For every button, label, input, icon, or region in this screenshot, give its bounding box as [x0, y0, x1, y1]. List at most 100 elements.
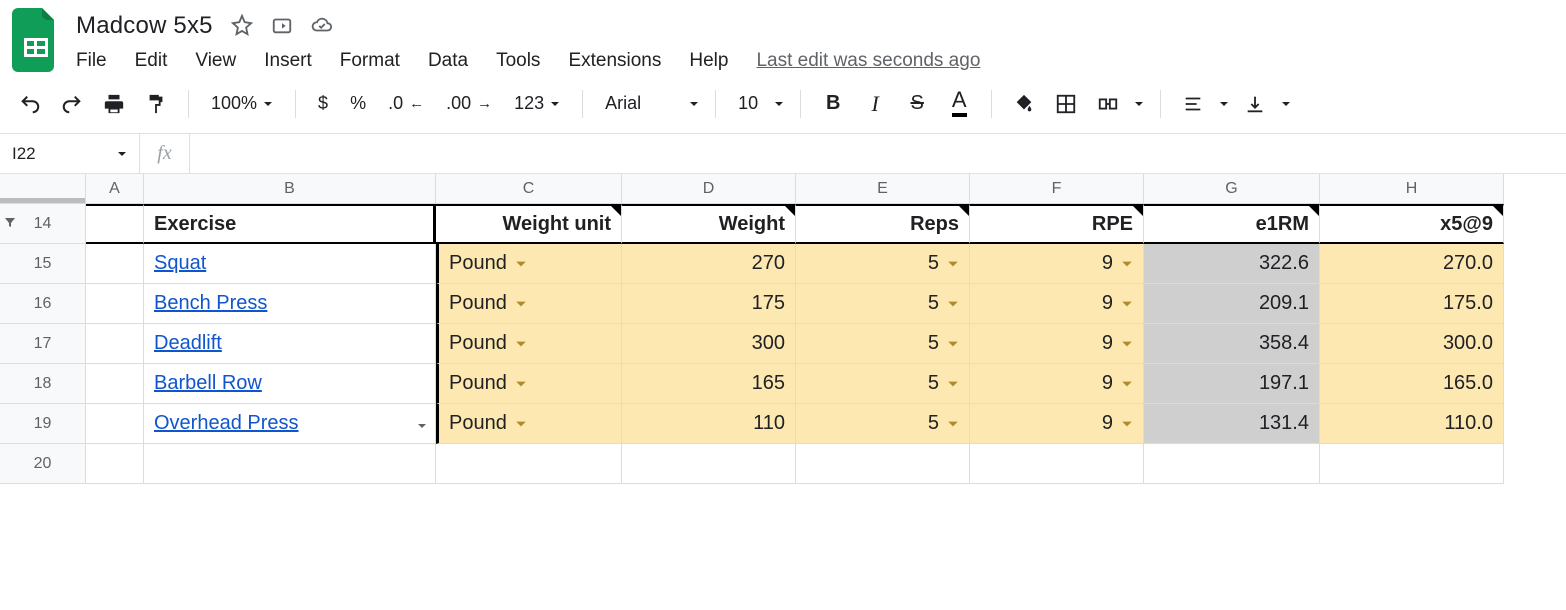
cell[interactable]	[436, 444, 622, 484]
cell[interactable]	[86, 204, 144, 244]
cell[interactable]	[1144, 444, 1320, 484]
spreadsheet-grid[interactable]: A B C D E F G H 14 Exercise Weight unit …	[0, 174, 1566, 484]
dropdown-caret-icon[interactable]	[1121, 418, 1133, 430]
zoom-select[interactable]: 100%	[205, 93, 279, 114]
filter-icon[interactable]	[417, 416, 429, 439]
cell-exercise[interactable]: Squat	[144, 244, 436, 284]
cell[interactable]	[86, 244, 144, 284]
col-header-E[interactable]: E	[796, 174, 970, 204]
v-align-button[interactable]	[1239, 88, 1271, 120]
cell-header-rpe[interactable]: RPE	[970, 204, 1144, 244]
cell-x5[interactable]: 270.0	[1320, 244, 1504, 284]
doc-title[interactable]: Madcow 5x5	[76, 12, 213, 40]
dropdown-caret-icon[interactable]	[515, 298, 527, 310]
cell-exercise[interactable]: Overhead Press	[144, 404, 436, 444]
dropdown-caret-icon[interactable]	[947, 378, 959, 390]
cell-rpe[interactable]: 9	[970, 284, 1144, 324]
strikethrough-button[interactable]: S	[901, 88, 933, 120]
caret-down-icon[interactable]	[1134, 96, 1144, 112]
cell-weight[interactable]: 300	[622, 324, 796, 364]
cell-x5[interactable]: 300.0	[1320, 324, 1504, 364]
font-size-select[interactable]: 10	[732, 93, 764, 114]
cell-unit[interactable]: Pound	[436, 364, 622, 404]
undo-button[interactable]	[14, 88, 46, 120]
borders-button[interactable]	[1050, 88, 1082, 120]
cell-reps[interactable]: 5	[796, 364, 970, 404]
dropdown-caret-icon[interactable]	[515, 338, 527, 350]
dropdown-caret-icon[interactable]	[947, 418, 959, 430]
h-align-button[interactable]	[1177, 88, 1209, 120]
col-header-F[interactable]: F	[970, 174, 1144, 204]
menu-edit[interactable]: Edit	[135, 48, 168, 74]
menu-view[interactable]: View	[195, 48, 236, 74]
dec-increase-button[interactable]: .00→	[440, 93, 498, 114]
select-all-corner[interactable]	[0, 174, 86, 204]
cell[interactable]	[622, 444, 796, 484]
cell-rpe[interactable]: 9	[970, 364, 1144, 404]
cell[interactable]	[86, 364, 144, 404]
row-header[interactable]: 15	[0, 244, 86, 284]
cell-exercise[interactable]: Barbell Row	[144, 364, 436, 404]
col-header-B[interactable]: B	[144, 174, 436, 204]
cell[interactable]	[86, 324, 144, 364]
cell-e1rm[interactable]: 197.1	[1144, 364, 1320, 404]
formula-input[interactable]	[190, 134, 1566, 173]
cell[interactable]	[970, 444, 1144, 484]
dropdown-caret-icon[interactable]	[947, 258, 959, 270]
row-header-14[interactable]: 14	[0, 204, 86, 244]
menu-data[interactable]: Data	[428, 48, 468, 74]
filter-icon[interactable]	[4, 215, 16, 233]
cell-reps[interactable]: 5	[796, 404, 970, 444]
cell-exercise[interactable]: Bench Press	[144, 284, 436, 324]
row-header[interactable]: 19	[0, 404, 86, 444]
col-header-H[interactable]: H	[1320, 174, 1504, 204]
cell-x5[interactable]: 175.0	[1320, 284, 1504, 324]
row-header-20[interactable]: 20	[0, 444, 86, 484]
cell-weight[interactable]: 110	[622, 404, 796, 444]
cell-exercise[interactable]: Deadlift	[144, 324, 436, 364]
cell[interactable]	[144, 444, 436, 484]
menu-format[interactable]: Format	[340, 48, 400, 74]
cell-weight[interactable]: 270	[622, 244, 796, 284]
cell-reps[interactable]: 5	[796, 244, 970, 284]
fill-color-button[interactable]	[1008, 88, 1040, 120]
menu-file[interactable]: File	[76, 48, 107, 74]
cell-e1rm[interactable]: 358.4	[1144, 324, 1320, 364]
text-color-button[interactable]: A	[943, 88, 975, 120]
cell-weight[interactable]: 165	[622, 364, 796, 404]
percent-button[interactable]: %	[344, 93, 372, 114]
col-header-G[interactable]: G	[1144, 174, 1320, 204]
cell-e1rm[interactable]: 209.1	[1144, 284, 1320, 324]
cell-unit[interactable]: Pound	[436, 324, 622, 364]
move-icon[interactable]	[271, 14, 293, 39]
star-icon[interactable]	[231, 14, 253, 39]
col-header-A[interactable]: A	[86, 174, 144, 204]
caret-down-icon[interactable]	[1281, 96, 1291, 112]
caret-down-icon[interactable]	[774, 96, 784, 112]
cell[interactable]	[86, 404, 144, 444]
cell[interactable]	[86, 284, 144, 324]
cell[interactable]	[1320, 444, 1504, 484]
bold-button[interactable]: B	[817, 88, 849, 120]
cell-x5[interactable]: 110.0	[1320, 404, 1504, 444]
col-header-C[interactable]: C	[436, 174, 622, 204]
cell-header-unit[interactable]: Weight unit	[436, 204, 622, 244]
italic-button[interactable]: I	[859, 88, 891, 120]
cell-rpe[interactable]: 9	[970, 404, 1144, 444]
app-logo[interactable]	[8, 8, 64, 72]
row-header[interactable]: 16	[0, 284, 86, 324]
number-format-button[interactable]: 123	[508, 93, 566, 114]
dropdown-caret-icon[interactable]	[947, 338, 959, 350]
menu-help[interactable]: Help	[689, 48, 728, 74]
cell-header-reps[interactable]: Reps	[796, 204, 970, 244]
cell[interactable]	[86, 444, 144, 484]
name-box[interactable]: I22	[0, 134, 140, 173]
redo-button[interactable]	[56, 88, 88, 120]
cell-rpe[interactable]: 9	[970, 324, 1144, 364]
cell-reps[interactable]: 5	[796, 284, 970, 324]
cell-unit[interactable]: Pound	[436, 284, 622, 324]
dropdown-caret-icon[interactable]	[1121, 258, 1133, 270]
cell-unit[interactable]: Pound	[436, 404, 622, 444]
dec-decrease-button[interactable]: .0←	[382, 93, 430, 114]
dropdown-caret-icon[interactable]	[515, 258, 527, 270]
